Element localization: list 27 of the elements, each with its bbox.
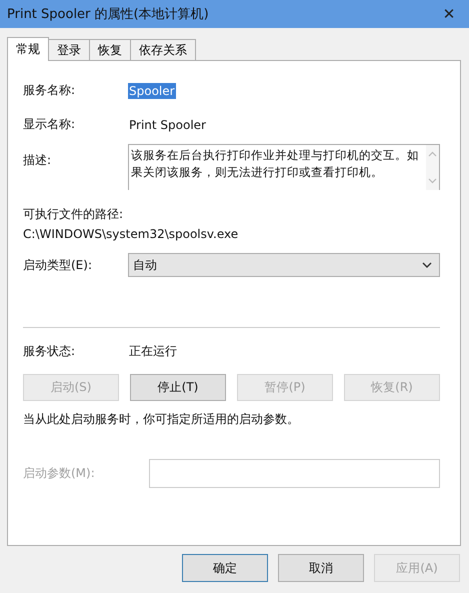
hint-text: 当从此处启动服务时，你可指定所适用的启动参数。 (23, 411, 300, 428)
tab[interactable]: 依存关系 (130, 39, 196, 60)
close-button[interactable]: ✕ (429, 0, 469, 28)
field-label: 服务状态: (23, 343, 76, 360)
field-label: 启动参数(M): (23, 465, 96, 482)
field-label: 服务名称: (23, 82, 76, 99)
scroll-up-icon[interactable] (428, 151, 437, 157)
startup-type-dropdown[interactable]: 自动 (128, 253, 440, 277)
dialog-button[interactable]: 确定 (182, 554, 268, 582)
service-name-value: Spooler (128, 82, 176, 98)
window-title: Print Spooler 的属性(本地计算机) (7, 6, 209, 23)
field-label: 启动类型(E): (23, 256, 93, 274)
dropdown-value: 自动 (133, 256, 157, 274)
scrollbar[interactable] (426, 145, 439, 190)
service-control-button[interactable]: 停止(T) (130, 374, 226, 401)
field-label: 可执行文件的路径: (23, 206, 124, 223)
status-value: 正在运行 (128, 343, 178, 360)
dialog-button[interactable]: 取消 (278, 554, 364, 582)
scroll-down-icon[interactable] (428, 178, 437, 184)
tab[interactable]: 常规 (7, 37, 49, 61)
field-label: 描述: (23, 152, 52, 169)
path-value: C:\WINDOWS\system32\spoolsv.exe (23, 227, 240, 241)
field-label: 显示名称: (23, 116, 76, 133)
description-box[interactable]: 该服务在后台执行打印作业并处理与打印机的交互。如果关闭该服务，则无法进行打印或查看打印机。 (128, 144, 440, 190)
chevron-down-icon (422, 262, 432, 268)
display-name-value: Print Spooler (128, 116, 207, 132)
description-text: 该服务在后台执行打印作业并处理与打印机的交互。如果关闭该服务，则无法进行打印或查看打印机。 (130, 147, 420, 181)
